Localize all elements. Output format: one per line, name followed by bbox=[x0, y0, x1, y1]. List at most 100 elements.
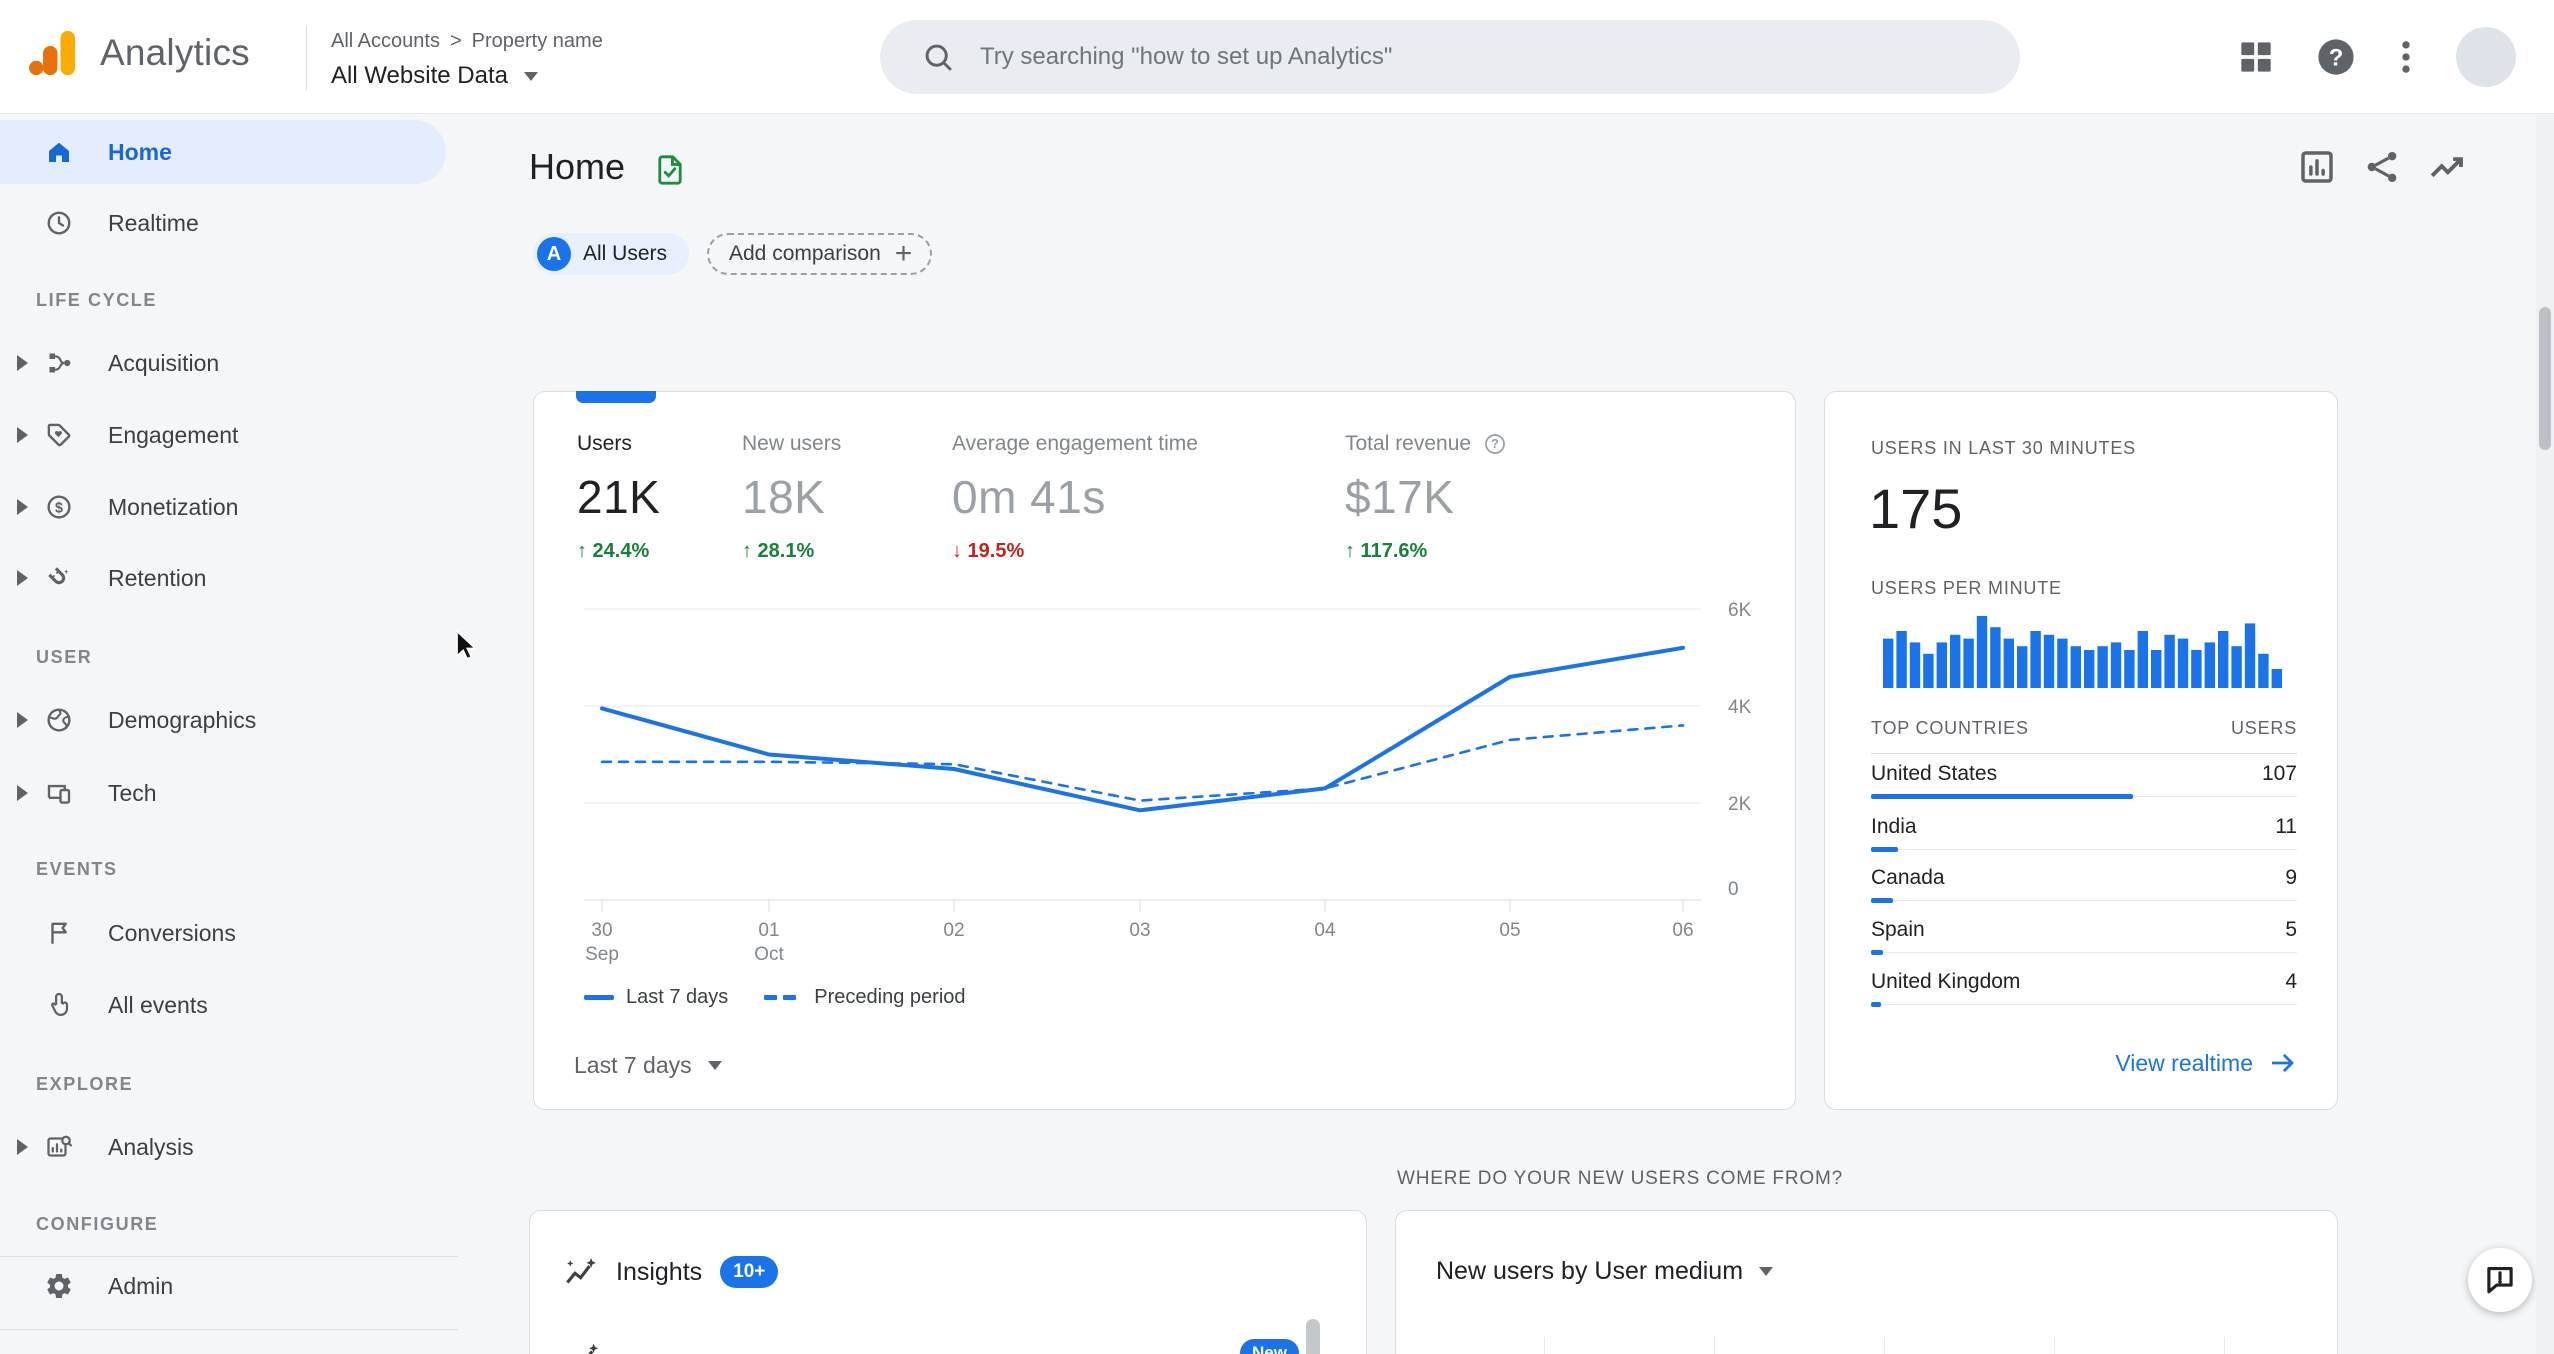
tech-icon bbox=[44, 778, 74, 808]
expand-caret-icon[interactable] bbox=[17, 785, 28, 801]
help-circle-icon[interactable]: ? bbox=[1483, 432, 1507, 456]
new-users-dimension-selector[interactable]: New users by User medium bbox=[1436, 1257, 1774, 1286]
metric-users[interactable]: Users 21K ↑ 24.4% bbox=[577, 432, 660, 563]
sidebar-section-header-explore: EXPLORE bbox=[36, 1074, 134, 1094]
sidebar-section-header-configure: CONFIGURE bbox=[36, 1214, 159, 1234]
flag-icon bbox=[44, 918, 74, 948]
svg-text:2K: 2K bbox=[1728, 794, 1752, 815]
vertical-gridline bbox=[2224, 1337, 2225, 1354]
sidebar-section-header-life-cycle: LIFE CYCLE bbox=[36, 290, 158, 310]
home-icon bbox=[44, 137, 74, 167]
metric-new-users[interactable]: New users 18K ↑ 28.1% bbox=[742, 432, 841, 563]
legend-dashed-swatch bbox=[764, 995, 802, 1000]
property-selector[interactable]: All Website Data bbox=[331, 62, 538, 90]
country-bar bbox=[1871, 1002, 1881, 1007]
sidebar-item-analysis[interactable]: Analysis bbox=[0, 1115, 446, 1179]
svg-text:$: $ bbox=[55, 500, 63, 516]
share-icon[interactable] bbox=[2361, 146, 2403, 188]
more-menu-icon[interactable] bbox=[2384, 35, 2428, 79]
top-countries-col-label: TOP COUNTRIES bbox=[1871, 718, 2029, 738]
page-scrollbar-track[interactable] bbox=[2536, 114, 2554, 1354]
demographics-icon bbox=[44, 705, 74, 735]
sidebar-item-all-events[interactable]: All events bbox=[0, 973, 446, 1037]
sidebar-item-label: Acquisition bbox=[108, 349, 220, 376]
chevron-down-icon bbox=[523, 71, 538, 81]
expand-caret-icon[interactable] bbox=[17, 427, 28, 443]
country-users-value: 5 bbox=[2285, 918, 2297, 941]
logo[interactable]: Analytics bbox=[26, 22, 250, 84]
new-users-section-label: WHERE DO YOUR NEW USERS COME FROM? bbox=[1397, 1168, 1843, 1189]
segment-avatar: A bbox=[537, 237, 571, 271]
expand-caret-icon[interactable] bbox=[17, 570, 28, 586]
sidebar-item-monetization[interactable]: $ Monetization bbox=[0, 475, 446, 539]
chevron-down-icon bbox=[707, 1061, 722, 1070]
segment-chip-all-users[interactable]: A All Users bbox=[533, 233, 690, 275]
users-per-minute-label: USERS PER MINUTE bbox=[1871, 578, 2062, 598]
insights-title: Insights bbox=[616, 1257, 703, 1286]
expand-caret-icon[interactable] bbox=[17, 355, 28, 371]
country-bar bbox=[1871, 950, 1883, 955]
breadcrumb-separator: > bbox=[449, 30, 462, 52]
sidebar-item-engagement[interactable]: Engagement bbox=[0, 403, 446, 467]
insights-scrollbar-thumb[interactable] bbox=[1306, 1319, 1320, 1354]
sidebar-item-retention[interactable]: Retention bbox=[0, 546, 446, 610]
country-bar-track bbox=[1871, 952, 2297, 953]
sidebar-item-tech[interactable]: Tech bbox=[0, 761, 446, 825]
legend-label-last-7-days: Last 7 days bbox=[626, 986, 729, 1008]
breadcrumb-all-accounts[interactable]: All Accounts bbox=[331, 30, 440, 52]
view-realtime-link[interactable]: View realtime bbox=[2115, 1048, 2297, 1078]
metric-average-engagement-time[interactable]: Average engagement time 0m 41s ↓ 19.5% bbox=[952, 432, 1198, 563]
arrow-right-icon bbox=[2272, 1053, 2294, 1073]
doc-check-icon bbox=[658, 155, 682, 185]
apps-grid-icon[interactable] bbox=[2234, 35, 2278, 79]
metric-value: $17K bbox=[1345, 471, 1455, 523]
expand-caret-icon[interactable] bbox=[17, 712, 28, 728]
expand-caret-icon[interactable] bbox=[17, 499, 28, 515]
metric-label-text: Total revenue bbox=[1345, 432, 1472, 455]
country-row-india: India 11 bbox=[1871, 815, 2297, 852]
sidebar-item-admin[interactable]: Admin bbox=[0, 1254, 446, 1318]
metric-label: New users bbox=[742, 432, 841, 456]
sidebar-item-conversions[interactable]: Conversions bbox=[0, 901, 446, 965]
avatar[interactable] bbox=[2456, 27, 2516, 87]
vertical-gridline bbox=[1544, 1337, 1545, 1354]
breadcrumb-property[interactable]: Property name bbox=[472, 30, 603, 52]
sidebar-item-label: All events bbox=[108, 991, 208, 1018]
country-row-united-kingdom: United Kingdom 4 bbox=[1871, 970, 2297, 1007]
sidebar-item-home[interactable]: Home bbox=[0, 120, 446, 184]
legend-label-preceding-period: Preceding period bbox=[814, 986, 966, 1008]
sidebar-item-label: Engagement bbox=[108, 421, 239, 448]
customize-report-icon[interactable] bbox=[2296, 146, 2338, 188]
insights-count-badge[interactable]: 10+ bbox=[720, 1256, 779, 1288]
metric-delta: ↑ 24.4% bbox=[577, 540, 650, 562]
metric-total-revenue[interactable]: Total revenue? $17K ↑ 117.6% bbox=[1345, 432, 1507, 563]
date-range-selector[interactable]: Last 7 days bbox=[574, 1052, 722, 1079]
expand-caret-icon[interactable] bbox=[17, 1139, 28, 1155]
help-icon[interactable]: ? bbox=[2314, 35, 2358, 79]
sidebar-item-label: Demographics bbox=[108, 706, 257, 733]
add-comparison-button[interactable]: Add comparison + bbox=[707, 233, 933, 275]
search-bar[interactable] bbox=[880, 20, 2020, 94]
svg-text:06: 06 bbox=[1672, 920, 1693, 941]
sidebar-item-demographics[interactable]: Demographics bbox=[0, 688, 446, 752]
country-users-value: 4 bbox=[2285, 970, 2297, 993]
date-range-label: Last 7 days bbox=[574, 1052, 692, 1078]
country-row-canada: Canada 9 bbox=[1871, 866, 2297, 903]
sidebar-item-label: Admin bbox=[108, 1272, 174, 1299]
chat-bubble-icon bbox=[2487, 1267, 2513, 1294]
sidebar-item-realtime[interactable]: Realtime bbox=[0, 191, 446, 255]
feedback-chat-button[interactable] bbox=[2468, 1248, 2532, 1312]
page-scrollbar-thumb[interactable] bbox=[2539, 307, 2551, 450]
users-per-minute-bar-chart bbox=[1883, 616, 2282, 688]
metric-delta: ↑ 28.1% bbox=[742, 540, 815, 562]
svg-text:0: 0 bbox=[1728, 879, 1739, 900]
sidebar-section-header-events: EVENTS bbox=[36, 859, 118, 879]
page-title: Home bbox=[529, 146, 626, 187]
svg-text:6K: 6K bbox=[1728, 600, 1752, 621]
chart-legend: Last 7 days Preceding period bbox=[584, 986, 966, 1009]
sidebar-item-acquisition[interactable]: Acquisition bbox=[0, 331, 446, 395]
country-row-spain: Spain 5 bbox=[1871, 918, 2297, 955]
insights-trending-icon[interactable] bbox=[2426, 146, 2468, 188]
header-divider bbox=[306, 26, 307, 90]
search-input[interactable] bbox=[980, 43, 1880, 71]
